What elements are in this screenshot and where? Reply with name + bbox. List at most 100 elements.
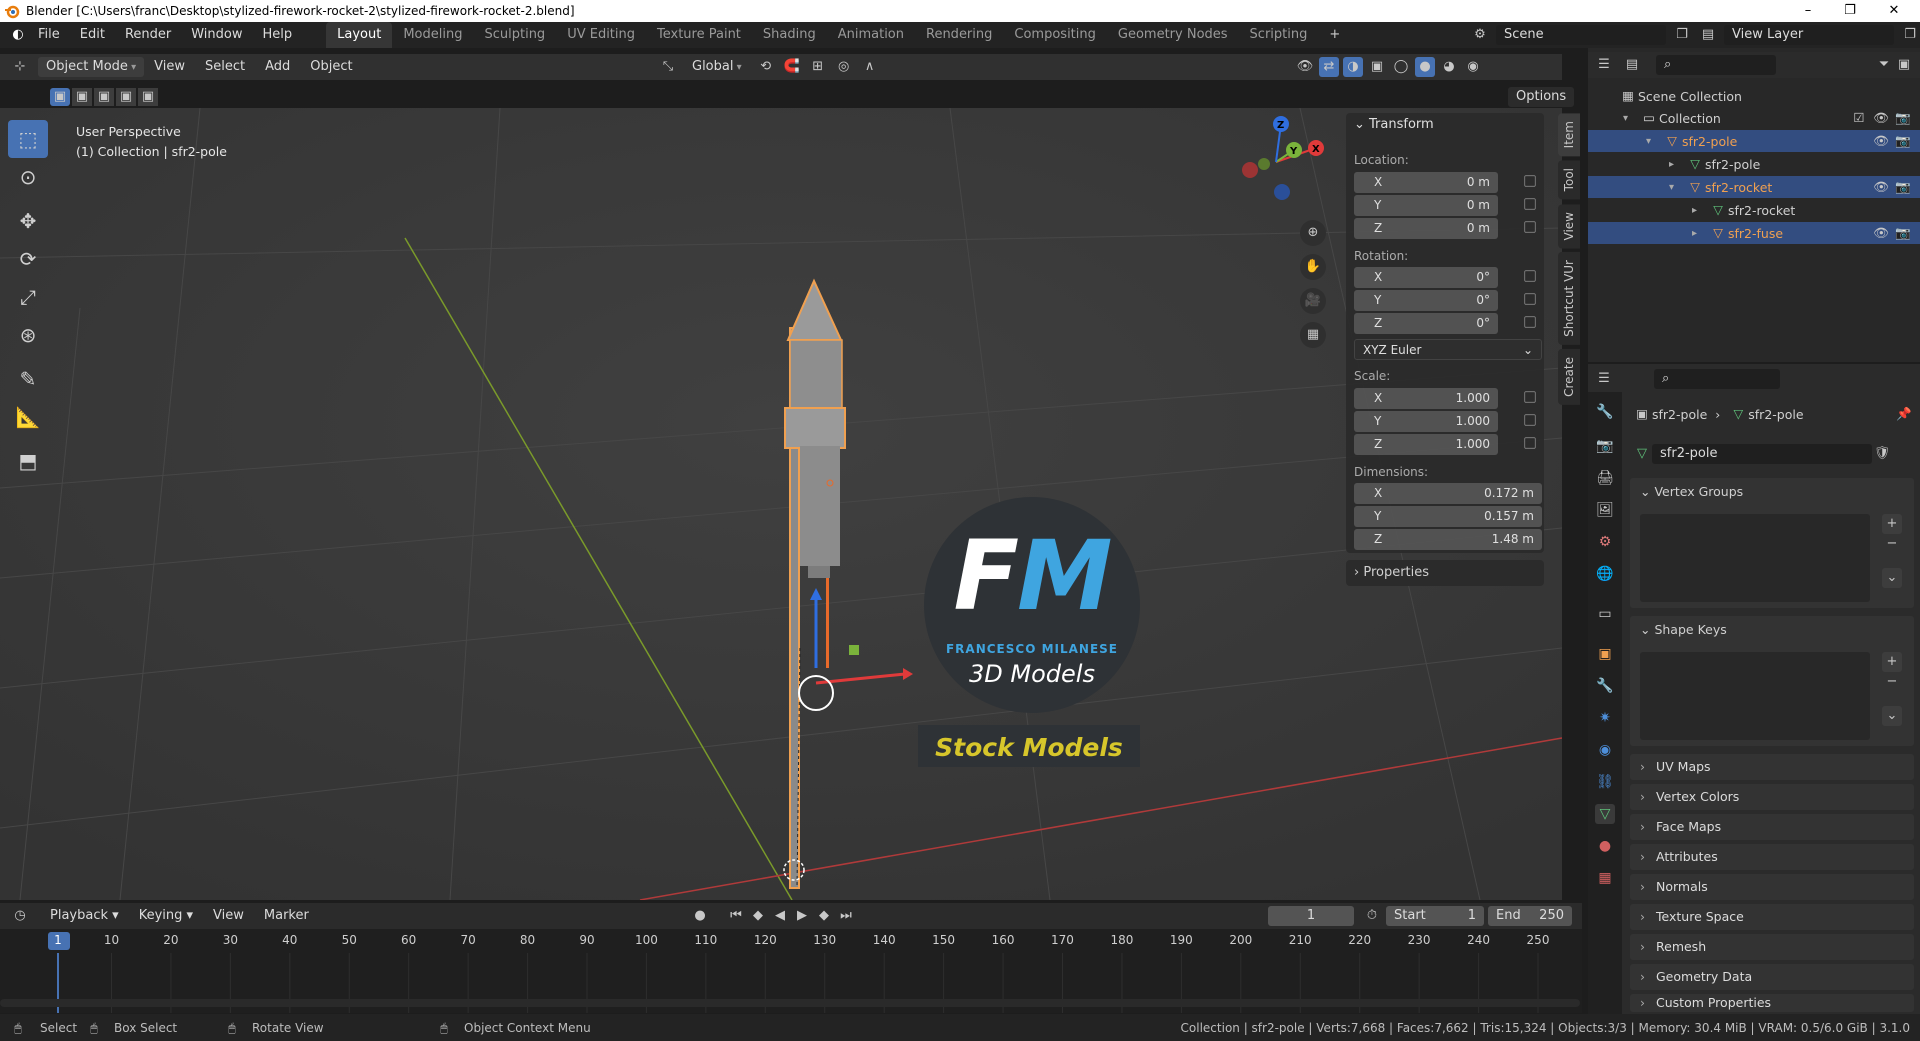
jump-start-icon[interactable]: ⏮ xyxy=(726,906,746,926)
select-new-icon[interactable]: ▣ xyxy=(50,88,70,106)
tab-animation[interactable]: Animation xyxy=(827,22,915,48)
chevron-icon[interactable]: ▾ xyxy=(1669,182,1685,193)
object-tab-icon[interactable]: ▣ xyxy=(1595,644,1615,664)
rendered-shading-icon[interactable]: ◉ xyxy=(1463,57,1483,77)
remove-shape-key-button[interactable]: − xyxy=(1882,672,1902,692)
outliner-editor-icon[interactable]: ☰ xyxy=(1594,55,1614,75)
material-tab-icon[interactable]: ● xyxy=(1595,836,1615,856)
tab-rendering[interactable]: Rendering xyxy=(915,22,1003,48)
stopwatch-icon[interactable]: ⏱ xyxy=(1362,906,1382,926)
next-keyframe-icon[interactable]: ◆ xyxy=(814,906,834,926)
constraints-tab-icon[interactable]: ⛓ xyxy=(1595,772,1615,792)
pin-icon[interactable]: 📌 xyxy=(1894,404,1914,424)
menu-view[interactable]: View xyxy=(144,54,195,80)
3d-viewport[interactable]: User Perspective (1) Collection | sfr2-p… xyxy=(0,108,1562,900)
modifier-tab-icon[interactable]: 🔧 xyxy=(1595,676,1615,696)
view-layer-icon[interactable]: ▤ xyxy=(1698,25,1718,45)
lock-icon[interactable] xyxy=(1524,198,1536,210)
lock-icon[interactable] xyxy=(1524,293,1536,305)
scene-copy-icon[interactable]: ❐ xyxy=(1672,25,1692,45)
dimensions-z-field[interactable]: Z 1.48 m xyxy=(1354,529,1542,550)
menu-marker[interactable]: Marker xyxy=(254,903,319,929)
lock-icon[interactable] xyxy=(1524,391,1536,403)
camera-view-icon[interactable]: 🎥 xyxy=(1300,288,1326,314)
visibility-icon[interactable]: 👁 xyxy=(1295,57,1315,77)
chevron-icon[interactable]: ▸ xyxy=(1669,159,1685,170)
prev-keyframe-icon[interactable]: ◆ xyxy=(748,906,768,926)
tab-sculpting[interactable]: Sculpting xyxy=(473,22,556,48)
view-layer-tab-icon[interactable]: 🖼 xyxy=(1595,500,1615,520)
section-geometry-data[interactable]: Geometry Data xyxy=(1630,964,1914,990)
dimensions-x-field[interactable]: X 0.172 m xyxy=(1354,483,1542,504)
lock-icon[interactable] xyxy=(1524,175,1536,187)
select-extend-icon[interactable]: ▣ xyxy=(72,88,92,106)
outliner-row-scene-collection[interactable]: ▦ Scene Collection xyxy=(1588,85,1920,107)
tab-shading[interactable]: Shading xyxy=(752,22,827,48)
gizmo-x-label[interactable]: X xyxy=(1312,144,1320,155)
view-layer-copy-icon[interactable]: ❐ xyxy=(1900,25,1920,45)
section-face-maps[interactable]: Face Maps xyxy=(1630,814,1914,840)
outliner-row[interactable]: ▾ ▽ sfr2-rocket 👁 📷 xyxy=(1588,176,1920,198)
scene-selector[interactable]: Scene xyxy=(1496,25,1666,45)
location-y-field[interactable]: Y 0 m xyxy=(1354,195,1498,216)
minimize-button[interactable]: – xyxy=(1788,0,1828,22)
overlay-toggle-icon[interactable]: ◑ xyxy=(1343,57,1363,77)
eye-icon[interactable]: 👁 xyxy=(1872,223,1890,243)
blender-menu-icon[interactable]: ◐ xyxy=(8,25,28,45)
filter-icon[interactable]: ⏷ xyxy=(1874,55,1894,75)
annotate-tool-icon[interactable]: ✎ xyxy=(8,360,48,398)
vertex-groups-title[interactable]: Vertex Groups xyxy=(1654,484,1743,499)
section-texture-space[interactable]: Texture Space xyxy=(1630,904,1914,930)
tab-layout[interactable]: Layout xyxy=(326,22,393,48)
rotation-mode-dropdown[interactable]: XYZ Euler ⌄ xyxy=(1354,339,1542,360)
menu-window[interactable]: Window xyxy=(181,22,252,48)
move-tool-icon[interactable]: ✥ xyxy=(8,202,48,240)
physics-tab-icon[interactable]: ◉ xyxy=(1595,740,1615,760)
measure-tool-icon[interactable]: 📐 xyxy=(8,398,48,436)
play-reverse-icon[interactable]: ◀ xyxy=(770,906,790,926)
wireframe-shading-icon[interactable]: ◯ xyxy=(1391,57,1411,77)
tab-geometry-nodes[interactable]: Geometry Nodes xyxy=(1107,22,1239,48)
chevron-down-icon[interactable]: ⌄ xyxy=(1354,117,1369,132)
mesh-browse-icon[interactable]: ▽ xyxy=(1632,444,1652,464)
particles-tab-icon[interactable]: ✷ xyxy=(1595,708,1615,728)
menu-help[interactable]: Help xyxy=(253,22,303,48)
transform-orientation-dropdown[interactable]: Global xyxy=(684,57,750,77)
dimensions-y-field[interactable]: Y 0.157 m xyxy=(1354,506,1542,527)
chevron-icon[interactable]: ▸ xyxy=(1692,228,1708,239)
texture-tab-icon[interactable]: ▦ xyxy=(1595,868,1615,888)
select-subtract-icon[interactable]: ▣ xyxy=(94,88,114,106)
tab-scripting[interactable]: Scripting xyxy=(1239,22,1319,48)
start-frame-field[interactable]: Start 1 xyxy=(1386,906,1484,926)
chevron-down-icon[interactable]: ⌄ xyxy=(1882,568,1902,588)
chevron-icon[interactable]: ▸ xyxy=(1692,205,1708,216)
current-frame-field[interactable]: 1 xyxy=(1268,906,1354,926)
add-workspace-button[interactable]: + xyxy=(1318,22,1351,48)
scene-icon[interactable]: ⚙ xyxy=(1470,25,1490,45)
transform-title[interactable]: Transform xyxy=(1369,117,1434,132)
menu-playback[interactable]: Playback ▾ xyxy=(40,903,129,929)
timeline-scrollbar[interactable] xyxy=(0,999,1580,1007)
section-attributes[interactable]: Attributes xyxy=(1630,844,1914,870)
ortho-toggle-icon[interactable]: ▦ xyxy=(1300,322,1326,348)
close-button[interactable]: ✕ xyxy=(1874,0,1914,22)
tab-texture-paint[interactable]: Texture Paint xyxy=(646,22,752,48)
menu-timeline-view[interactable]: View xyxy=(203,903,254,929)
vertex-groups-list[interactable] xyxy=(1640,514,1870,602)
material-shading-icon[interactable]: ◕ xyxy=(1439,57,1459,77)
rotation-x-field[interactable]: X 0° xyxy=(1354,267,1498,288)
section-custom-properties[interactable]: Custom Properties xyxy=(1630,994,1914,1012)
outliner-row[interactable]: ▸ ▽ sfr2-pole xyxy=(1588,153,1920,175)
select-intersect-icon[interactable]: ▣ xyxy=(138,88,158,106)
gizmo-z-label[interactable]: Z xyxy=(1277,120,1284,131)
tab-item[interactable]: Item xyxy=(1558,113,1580,157)
tab-shortcut-vur[interactable]: Shortcut VUr xyxy=(1558,252,1580,345)
rotation-y-field[interactable]: Y 0° xyxy=(1354,290,1498,311)
chevron-icon[interactable]: ▾ xyxy=(1623,113,1639,124)
checkbox-icon[interactable]: ☑ xyxy=(1850,108,1868,128)
falloff-icon[interactable]: ∧ xyxy=(860,57,880,77)
snap-icon[interactable]: 🧲 xyxy=(782,57,802,77)
outliner-search-input[interactable]: ⌕ xyxy=(1656,55,1776,75)
shape-keys-title[interactable]: Shape Keys xyxy=(1654,622,1726,637)
collection-tab-icon[interactable]: ▭ xyxy=(1595,604,1615,624)
